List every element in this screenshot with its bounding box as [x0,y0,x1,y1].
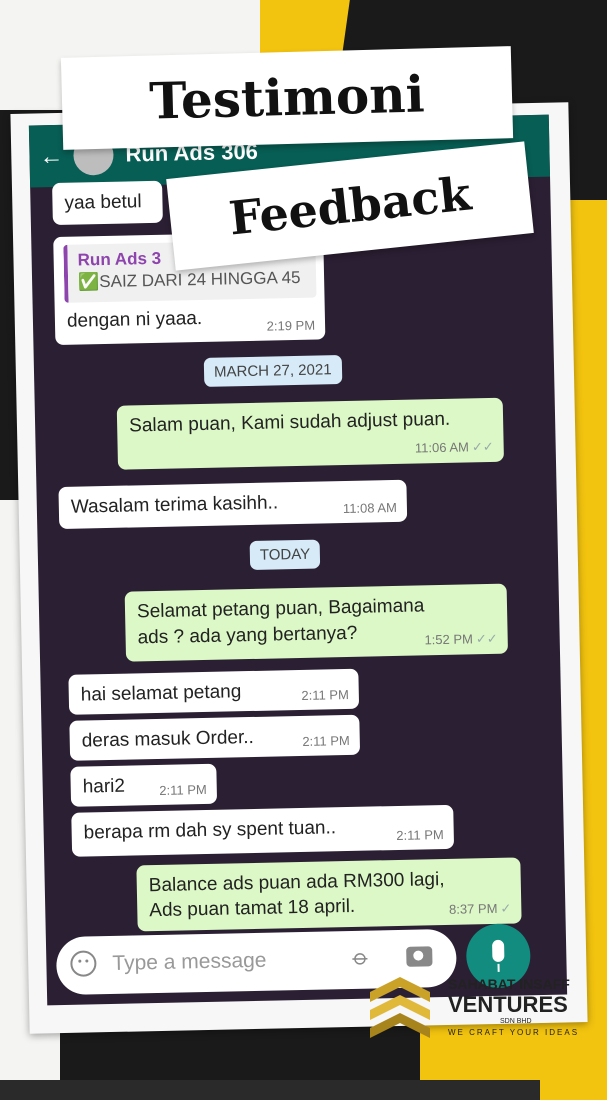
message-meta: 8:37 PM ✓ [449,901,512,918]
brand-name: SAHABAT INSAFF [448,976,570,992]
date-separator: TODAY [249,539,321,571]
message-in[interactable]: hai selamat petang 2:11 PM [68,668,360,715]
message-text-line1: Selamat petang puan, Bagaimana [136,595,425,623]
message-text: Salam puan, Kami sudah adjust puan. [128,408,451,437]
sent-tick-icon: ✓ [500,900,512,916]
camera-icon[interactable] [406,946,433,967]
message-text: hari2 [82,775,126,798]
message-meta: 11:06 AM ✓✓ [415,439,494,457]
message-time: 2:11 PM [302,732,350,749]
message-in[interactable]: yaa betul [52,180,163,226]
message-time: 1:52 PM [424,631,474,648]
message-out[interactable]: Balance ads puan ada RM300 lagi, Ads pua… [136,857,522,932]
message-text: dengan ni yaaa. [66,307,203,332]
message-input[interactable]: Type a message [112,949,267,976]
date-separator: MARCH 27, 2021 [203,355,342,387]
subtitle-text: Feedback [226,166,474,246]
back-arrow-icon[interactable]: ← [39,143,64,171]
logo-mark-icon [370,977,430,1038]
message-in[interactable]: hari2 2:11 PM [70,763,218,807]
message-text: berapa rm dah sy spent tuan.. [83,817,337,844]
message-in[interactable]: Wasalam terima kasihh.. 11:08 AM [58,479,408,529]
message-text-line1: Balance ads puan ada RM300 lagi, [148,869,445,897]
brand-logo: SAHABAT INSAFF VENTURES SDN BHD WE CRAFT… [360,972,600,1042]
brand-tagline: WE CRAFT YOUR IDEAS [448,1028,580,1037]
brand-name-large: VENTURES [448,992,568,1017]
read-receipt-icon: ✓✓ [475,630,498,647]
message-text: deras masuk Order.. [81,726,255,752]
emoji-icon[interactable] [70,950,97,977]
message-time: 11:08 AM [342,499,398,517]
message-in[interactable]: deras masuk Order.. 2:11 PM [69,714,361,761]
paperclip-icon[interactable]: ⌀ [347,944,375,972]
message-in[interactable]: berapa rm dah sy spent tuan.. 2:11 PM [71,804,455,857]
message-out[interactable]: Selamat petang puan, Bagaimana ads ? ada… [124,583,509,662]
title-text: Testimoni [148,64,426,131]
message-time: 2:11 PM [301,686,349,703]
brand-suffix: SDN BHD [500,1018,532,1025]
microphone-icon [492,939,505,963]
message-time: 11:06 AM [414,439,470,456]
read-receipt-icon: ✓✓ [471,438,494,455]
message-time: 2:11 PM [396,827,444,843]
message-out[interactable]: Salam puan, Kami sudah adjust puan. 11:0… [116,397,504,470]
title-tag-testimoni: Testimoni [60,46,514,150]
message-text: hai selamat petang [80,681,242,706]
message-meta: 1:52 PM ✓✓ [424,631,498,649]
message-time: 2:19 PM [266,317,316,334]
message-time: 2:11 PM [159,781,207,798]
message-text: Wasalam terima kasihh.. [70,492,279,518]
message-text: yaa betul [64,191,142,214]
quote-text: ✅SAIZ DARI 24 HINGGA 45 [77,267,301,292]
message-time: 8:37 PM [448,900,498,917]
